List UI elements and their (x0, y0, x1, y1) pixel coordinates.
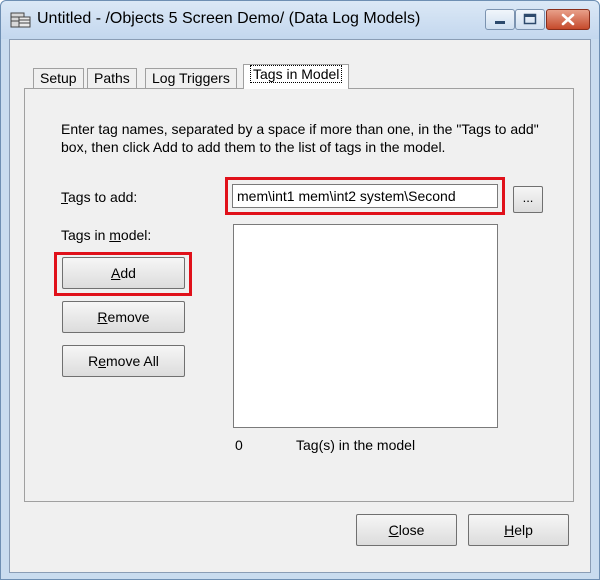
tags-to-add-input[interactable] (232, 184, 498, 208)
tags-to-add-label: Tags to add: (61, 189, 137, 205)
help-button[interactable]: Help (468, 514, 569, 546)
mnemonic-t: T (61, 189, 68, 205)
window-title: Untitled - /Objects 5 Screen Demo/ (Data… (37, 10, 421, 27)
maximize-button[interactable] (515, 9, 545, 30)
tab-setup[interactable]: Setup (33, 68, 84, 88)
mnemonic-a: A (111, 265, 121, 281)
tab-tags-in-model-label: Tags in Model (250, 65, 343, 83)
tab-tags-in-model[interactable]: Tags in Model (243, 64, 350, 89)
minimize-button[interactable] (485, 9, 515, 30)
tab-paths[interactable]: Paths (87, 68, 137, 88)
tags-to-add-label-text: ags to add: (68, 189, 138, 205)
remove-all-rest: move All (106, 353, 159, 369)
tag-count-label: Tag(s) in the model (296, 437, 416, 453)
add-button[interactable]: Add (62, 257, 185, 289)
tab-log-triggers-label: Log Triggers (152, 70, 230, 86)
help-button-label: elp (514, 522, 533, 538)
browse-tags-button[interactable]: ... (513, 186, 543, 213)
mnemonic-e: e (98, 353, 106, 369)
mnemonic-m: m (109, 227, 121, 243)
tag-count: 0 (235, 437, 243, 453)
tags-in-model-list[interactable] (233, 224, 498, 428)
title-bar[interactable]: Untitled - /Objects 5 Screen Demo/ (Data… (1, 1, 599, 39)
instructions-text: Enter tag names, separated by a space if… (61, 121, 539, 155)
database-icon (10, 12, 31, 28)
remove-button[interactable]: Remove (62, 301, 185, 333)
tab-setup-label: Setup (40, 70, 77, 86)
remove-all-pre: R (88, 353, 99, 369)
minimize-icon (495, 21, 505, 24)
mnemonic-c: C (388, 522, 399, 538)
tags-in-model-label-rest: odel: (120, 227, 152, 243)
tab-paths-label: Paths (94, 70, 130, 86)
mnemonic-r: R (97, 309, 108, 325)
maximize-icon (523, 13, 537, 25)
close-button[interactable]: Close (356, 514, 457, 546)
tab-log-triggers[interactable]: Log Triggers (145, 68, 237, 88)
tags-in-model-label: Tags in model: (61, 227, 151, 243)
remove-all-button[interactable]: Remove All (62, 345, 185, 377)
close-icon (561, 13, 575, 26)
add-button-label: dd (120, 265, 136, 281)
close-button-label: lose (398, 522, 425, 538)
tags-in-model-label-pre: Tags in (61, 227, 110, 243)
remove-button-label: emove (107, 309, 150, 325)
mnemonic-h: H (504, 522, 515, 538)
close-window-button[interactable] (546, 9, 590, 30)
